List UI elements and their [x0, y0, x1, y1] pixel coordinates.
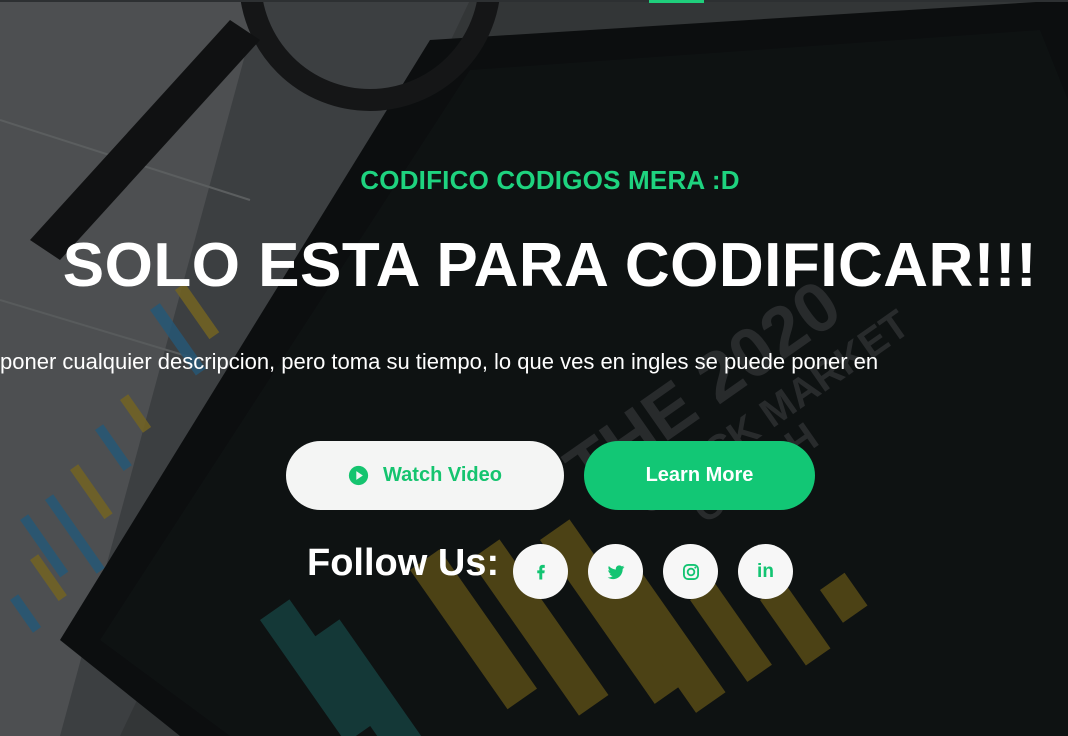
watch-video-button[interactable]: Watch Video	[286, 441, 564, 510]
hero-section: THE 2020 STOCK MARKET CRASH CODIFICO COD…	[0, 0, 1068, 736]
twitter-icon	[607, 564, 624, 579]
learn-more-label: Learn More	[645, 464, 754, 486]
watch-video-label: Watch Video	[383, 464, 502, 486]
play-circle-icon	[348, 465, 369, 486]
hero-subtitle: CODIFICO CODIGOS MERA :D	[360, 165, 740, 195]
twitter-link[interactable]	[588, 544, 643, 599]
facebook-icon	[536, 564, 545, 579]
linkedin-link[interactable]: in	[738, 544, 793, 599]
hero-description: poner cualquier descripcion, pero toma s…	[0, 349, 879, 374]
facebook-link[interactable]	[513, 544, 568, 599]
linkedin-icon: in	[757, 560, 774, 582]
hero-content: CODIFICO CODIGOS MERA :D SOLO ESTA PARA …	[0, 0, 1068, 736]
hero-title: SOLO ESTA PARA CODIFICAR!!!	[62, 231, 1038, 300]
learn-more-button[interactable]: Learn More	[584, 441, 815, 510]
instagram-icon	[682, 563, 699, 580]
instagram-link[interactable]	[663, 544, 718, 599]
follow-us-label: Follow Us:	[307, 542, 500, 584]
